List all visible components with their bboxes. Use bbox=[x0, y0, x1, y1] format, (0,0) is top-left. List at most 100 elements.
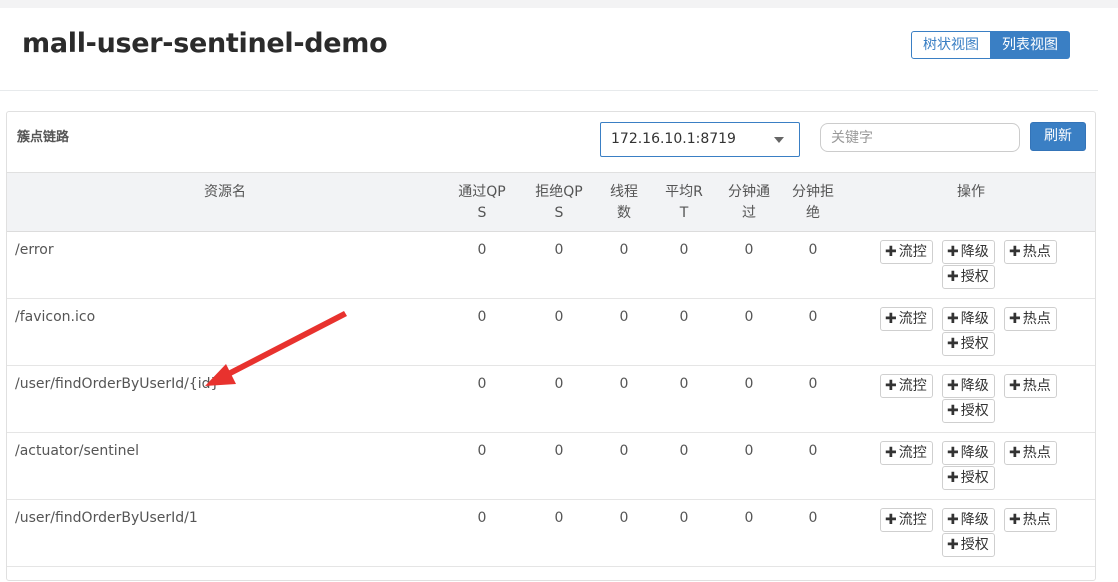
op-label: 降级 bbox=[960, 378, 989, 394]
op-label: 授权 bbox=[960, 336, 989, 352]
auth-rule-button[interactable]: ✚ 授权 bbox=[942, 533, 995, 557]
col-ops: 操作 bbox=[957, 184, 985, 200]
search-input[interactable] bbox=[820, 123, 1020, 152]
op-label: 热点 bbox=[1022, 311, 1051, 327]
op-label: 授权 bbox=[960, 537, 989, 553]
table-row: /error 0 0 0 0 0 0 ✚ 流控 ✚ 降级 ✚ 热点 ✚ 授权 bbox=[7, 232, 1095, 299]
plus-icon: ✚ bbox=[947, 336, 959, 352]
op-label: 热点 bbox=[1022, 512, 1051, 528]
op-label: 流控 bbox=[898, 378, 927, 394]
plus-icon: ✚ bbox=[885, 244, 897, 260]
cell-block-qps: 0 bbox=[554, 443, 564, 459]
hotspot-rule-button[interactable]: ✚ 热点 bbox=[1004, 240, 1057, 264]
op-label: 降级 bbox=[960, 244, 989, 260]
chevron-down-icon bbox=[774, 137, 784, 143]
cell-threads: 0 bbox=[619, 242, 629, 258]
auth-rule-button[interactable]: ✚ 授权 bbox=[942, 466, 995, 490]
col-resource: 资源名 bbox=[204, 184, 246, 200]
cell-pass-qps: 0 bbox=[477, 510, 487, 526]
cell-minute-block: 0 bbox=[808, 309, 818, 325]
resource-name: /actuator/sentinel bbox=[15, 443, 139, 459]
cell-threads: 0 bbox=[619, 376, 629, 392]
tree-view-button[interactable]: 树状视图 bbox=[911, 31, 991, 59]
flow-rule-button[interactable]: ✚ 流控 bbox=[880, 508, 933, 532]
degrade-rule-button[interactable]: ✚ 降级 bbox=[942, 307, 995, 331]
op-label: 流控 bbox=[898, 445, 927, 461]
cell-threads: 0 bbox=[619, 510, 629, 526]
resource-panel: 簇点链路 172.16.10.1:8719 刷新 资源名 通过QPS 拒绝QPS… bbox=[6, 111, 1096, 581]
hotspot-rule-button[interactable]: ✚ 热点 bbox=[1004, 374, 1057, 398]
op-label: 流控 bbox=[898, 244, 927, 260]
cell-threads: 0 bbox=[619, 309, 629, 325]
cell-minute-pass: 0 bbox=[744, 510, 754, 526]
cell-minute-block: 0 bbox=[808, 376, 818, 392]
resource-name: /error bbox=[15, 242, 54, 258]
auth-rule-button[interactable]: ✚ 授权 bbox=[942, 399, 995, 423]
flow-rule-button[interactable]: ✚ 流控 bbox=[880, 240, 933, 264]
plus-icon: ✚ bbox=[947, 445, 959, 461]
cell-avg-rt: 0 bbox=[679, 309, 689, 325]
cell-block-qps: 0 bbox=[554, 510, 564, 526]
machine-select[interactable]: 172.16.10.1:8719 bbox=[600, 122, 800, 157]
auth-rule-button[interactable]: ✚ 授权 bbox=[942, 332, 995, 356]
refresh-button[interactable]: 刷新 bbox=[1030, 122, 1086, 151]
op-label: 降级 bbox=[960, 311, 989, 327]
cell-minute-pass: 0 bbox=[744, 376, 754, 392]
plus-icon: ✚ bbox=[885, 311, 897, 327]
page-title: mall-user-sentinel-demo bbox=[22, 28, 388, 59]
op-label: 授权 bbox=[960, 269, 989, 285]
hotspot-rule-button[interactable]: ✚ 热点 bbox=[1004, 508, 1057, 532]
plus-icon: ✚ bbox=[947, 512, 959, 528]
cell-block-qps: 0 bbox=[554, 309, 564, 325]
plus-icon: ✚ bbox=[885, 445, 897, 461]
cell-avg-rt: 0 bbox=[679, 510, 689, 526]
plus-icon: ✚ bbox=[947, 311, 959, 327]
op-label: 降级 bbox=[960, 512, 989, 528]
op-label: 热点 bbox=[1022, 378, 1051, 394]
degrade-rule-button[interactable]: ✚ 降级 bbox=[942, 441, 995, 465]
cell-avg-rt: 0 bbox=[679, 443, 689, 459]
cell-minute-block: 0 bbox=[808, 443, 818, 459]
op-label: 流控 bbox=[898, 512, 927, 528]
flow-rule-button[interactable]: ✚ 流控 bbox=[880, 374, 933, 398]
degrade-rule-button[interactable]: ✚ 降级 bbox=[942, 240, 995, 264]
op-label: 授权 bbox=[960, 403, 989, 419]
col-threads: 线程数 bbox=[610, 184, 638, 221]
resource-name: /user/findOrderByUserId/{id} bbox=[15, 376, 220, 392]
plus-icon: ✚ bbox=[885, 378, 897, 394]
cell-minute-pass: 0 bbox=[744, 443, 754, 459]
machine-select-value: 172.16.10.1:8719 bbox=[611, 131, 736, 147]
degrade-rule-button[interactable]: ✚ 降级 bbox=[942, 374, 995, 398]
cell-minute-pass: 0 bbox=[744, 242, 754, 258]
op-label: 降级 bbox=[960, 445, 989, 461]
plus-icon: ✚ bbox=[947, 537, 959, 553]
col-block-qps: 拒绝QPS bbox=[535, 184, 583, 221]
flow-rule-button[interactable]: ✚ 流控 bbox=[880, 307, 933, 331]
plus-icon: ✚ bbox=[1009, 378, 1021, 394]
degrade-rule-button[interactable]: ✚ 降级 bbox=[942, 508, 995, 532]
plus-icon: ✚ bbox=[947, 470, 959, 486]
view-toggle: 树状视图 列表视图 bbox=[911, 31, 1070, 59]
list-view-button[interactable]: 列表视图 bbox=[991, 31, 1070, 59]
table-header: 资源名 通过QPS 拒绝QPS 线程数 平均RT 分钟通过 分钟拒绝 操作 bbox=[7, 172, 1095, 232]
flow-rule-button[interactable]: ✚ 流控 bbox=[880, 441, 933, 465]
cell-minute-block: 0 bbox=[808, 242, 818, 258]
plus-icon: ✚ bbox=[885, 512, 897, 528]
plus-icon: ✚ bbox=[1009, 512, 1021, 528]
col-minute-pass: 分钟通过 bbox=[728, 184, 770, 221]
top-band bbox=[0, 0, 1118, 8]
hotspot-rule-button[interactable]: ✚ 热点 bbox=[1004, 307, 1057, 331]
cell-block-qps: 0 bbox=[554, 242, 564, 258]
table-row: /user/findOrderByUserId/{id} 0 0 0 0 0 0 ✚ 流控 ✚ 降级… bbox=[7, 366, 1095, 433]
op-label: 热点 bbox=[1022, 445, 1051, 461]
table-row: /user/findOrderByUserId/1 0 0 0 0 0 0 ✚ 流控 ✚ 降级 ✚ 热点… bbox=[7, 500, 1095, 567]
plus-icon: ✚ bbox=[947, 403, 959, 419]
plus-icon: ✚ bbox=[947, 378, 959, 394]
auth-rule-button[interactable]: ✚ 授权 bbox=[942, 265, 995, 289]
cell-pass-qps: 0 bbox=[477, 309, 487, 325]
col-avg-rt: 平均RT bbox=[665, 184, 703, 221]
op-label: 授权 bbox=[960, 470, 989, 486]
plus-icon: ✚ bbox=[1009, 445, 1021, 461]
hotspot-rule-button[interactable]: ✚ 热点 bbox=[1004, 441, 1057, 465]
cell-minute-block: 0 bbox=[808, 510, 818, 526]
